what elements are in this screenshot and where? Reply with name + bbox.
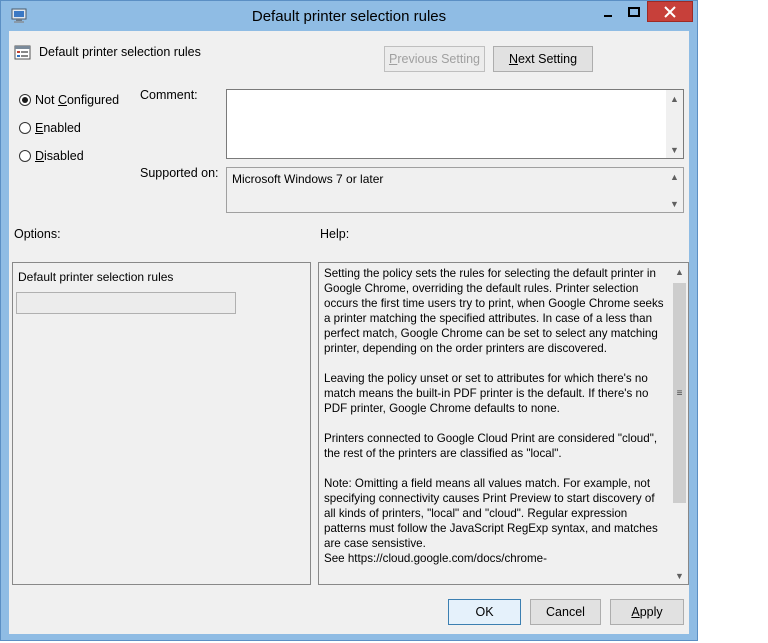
comment-scrollbar[interactable]: ▲ ▼ xyxy=(666,90,683,158)
close-button[interactable] xyxy=(647,1,693,22)
radio-label-disabled[interactable]: Disabled xyxy=(35,149,84,163)
apply-label: Apply xyxy=(631,605,663,619)
radio-label-enabled[interactable]: Enabled xyxy=(35,121,81,135)
option-field-input[interactable] xyxy=(16,292,236,314)
options-panel: Default printer selection rules xyxy=(12,262,311,585)
help-scrollbar[interactable]: ▲ ≡ ▼ xyxy=(671,263,688,584)
help-panel: Setting the policy sets the rules for se… xyxy=(318,262,689,585)
next-setting-button[interactable]: Next Setting xyxy=(493,46,593,72)
ok-button[interactable]: OK xyxy=(448,599,521,625)
option-field-label: Default printer selection rules xyxy=(18,270,174,284)
minimize-button[interactable] xyxy=(595,1,621,22)
window-title: Default printer selection rules xyxy=(251,8,447,25)
scroll-up-icon[interactable]: ▲ xyxy=(666,90,683,107)
close-icon xyxy=(664,5,676,18)
scroll-down-icon[interactable]: ▼ xyxy=(666,195,683,212)
comment-label: Comment: xyxy=(140,88,198,102)
help-paragraph: Setting the policy sets the rules for se… xyxy=(324,267,664,355)
supported-on-field: Microsoft Windows 7 or later ▲ ▼ xyxy=(226,167,684,213)
dialog-window: Default printer selection rules Default … xyxy=(0,0,698,641)
next-setting-label: Next Setting xyxy=(508,52,578,66)
supported-on-label: Supported on: xyxy=(140,166,219,180)
help-label: Help: xyxy=(320,227,350,241)
scroll-thumb[interactable]: ≡ xyxy=(673,283,686,503)
help-text: Setting the policy sets the rules for se… xyxy=(324,266,669,581)
comment-textarea[interactable]: ▲ ▼ xyxy=(226,89,684,159)
maximize-button[interactable] xyxy=(621,1,647,22)
radio-label-not-configured[interactable]: Not Configured xyxy=(35,93,119,107)
help-paragraph: Note: Omitting a field means all values … xyxy=(324,477,658,550)
previous-setting-button[interactable]: Previous Setting xyxy=(384,46,485,72)
policy-setting-icon xyxy=(14,45,31,60)
scroll-down-icon[interactable]: ▼ xyxy=(671,567,688,584)
dialog-body: Default printer selection rules Previous… xyxy=(9,31,689,634)
policy-name-heading: Default printer selection rules xyxy=(39,45,201,59)
radio-circle[interactable] xyxy=(19,122,31,134)
radio-circle[interactable] xyxy=(19,150,31,162)
scroll-down-icon[interactable]: ▼ xyxy=(666,141,683,158)
scroll-up-icon[interactable]: ▲ xyxy=(666,168,683,185)
radio-selected-dot xyxy=(22,97,28,103)
help-paragraph: Leaving the policy unset or set to attri… xyxy=(324,372,649,415)
help-paragraph: See https://cloud.google.com/docs/chrome… xyxy=(324,552,547,565)
maximize-icon xyxy=(628,6,640,17)
cancel-button[interactable]: Cancel xyxy=(530,599,601,625)
supported-on-value: Microsoft Windows 7 or later xyxy=(232,172,384,186)
help-paragraph: Printers connected to Google Cloud Print… xyxy=(324,432,658,460)
title-bar[interactable]: Default printer selection rules xyxy=(1,1,697,31)
scroll-up-icon[interactable]: ▲ xyxy=(671,263,688,280)
minimize-icon xyxy=(604,14,612,17)
options-label: Options: xyxy=(14,227,61,241)
grip-icon: ≡ xyxy=(676,387,683,399)
apply-button[interactable]: Apply xyxy=(610,599,684,625)
previous-setting-label: Previous Setting xyxy=(388,52,481,66)
radio-circle[interactable] xyxy=(19,94,31,106)
supported-scrollbar[interactable]: ▲ ▼ xyxy=(666,168,683,212)
